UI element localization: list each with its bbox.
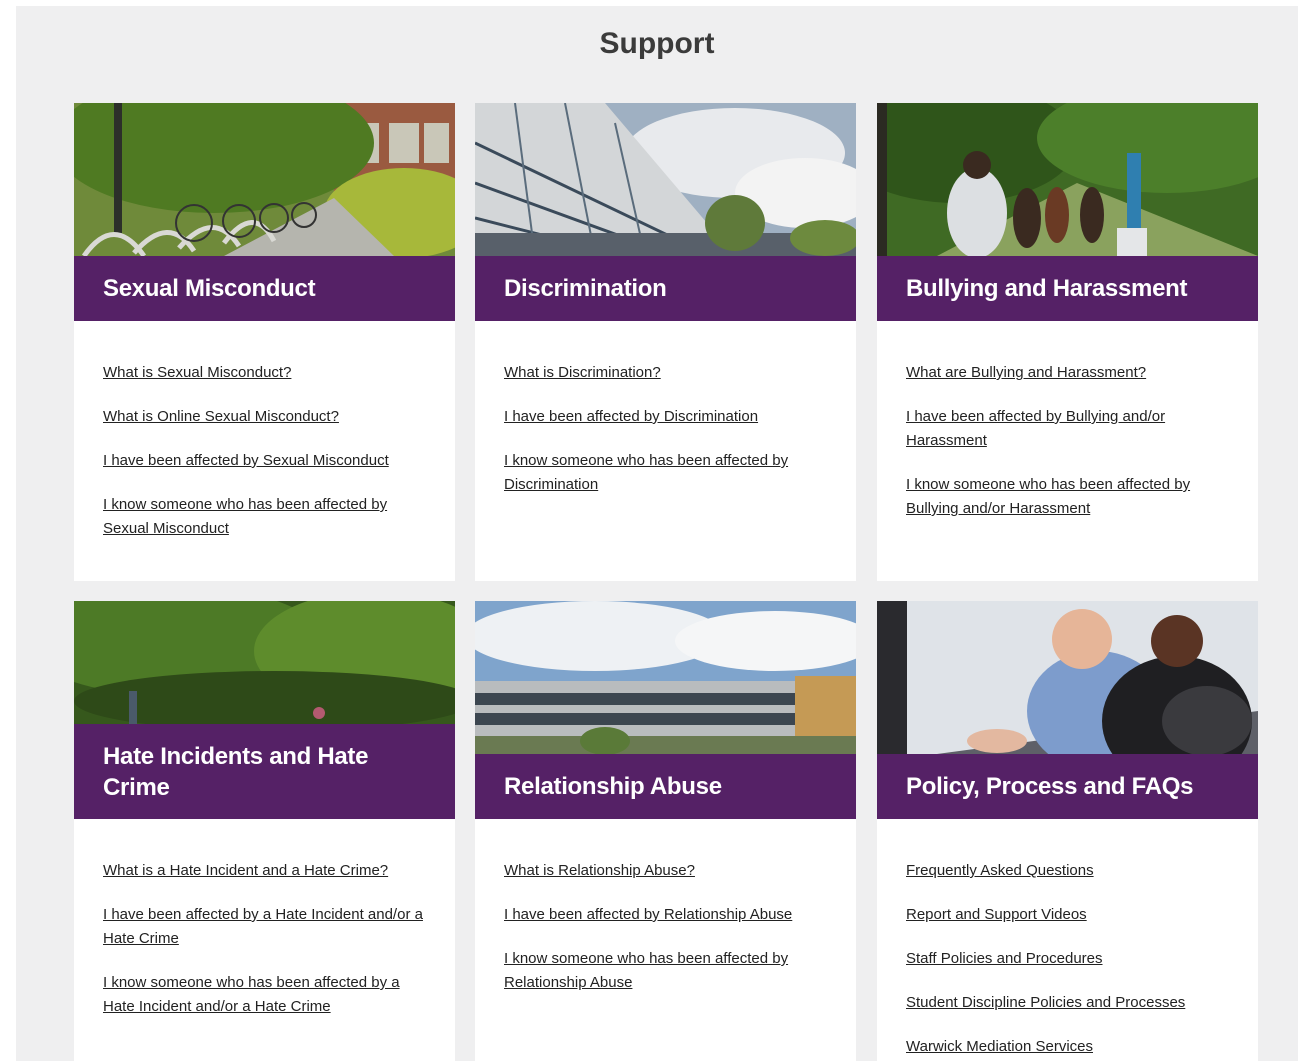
link-what-is-discrimination[interactable]: What is Discrimination? xyxy=(504,364,661,381)
card-hate-incidents: Hate Incidents and Hate Crime What is a … xyxy=(74,601,455,1061)
link-what-is-relationship-abuse[interactable]: What is Relationship Abuse? xyxy=(504,862,695,879)
card-policy-process-faqs: Policy, Process and FAQs Frequently Aske… xyxy=(877,601,1258,1061)
support-page: Support Sexual Misconduct What is Sexual… xyxy=(16,6,1298,1061)
card-header: Hate Incidents and Hate Crime xyxy=(74,724,455,819)
link-what-is-hate-incident[interactable]: What is a Hate Incident and a Hate Crime… xyxy=(103,862,388,879)
link-list: What is Discrimination? I have been affe… xyxy=(504,361,832,517)
link-list: What is Relationship Abuse? I have been … xyxy=(504,859,832,1015)
link-staff-policies[interactable]: Staff Policies and Procedures xyxy=(906,950,1103,967)
card-header: Discrimination xyxy=(475,256,856,321)
link-affected-by-hate-incident[interactable]: I have been affected by a Hate Incident … xyxy=(103,906,423,947)
card-image xyxy=(475,601,856,754)
link-what-is-online-sexual-misconduct[interactable]: What is Online Sexual Misconduct? xyxy=(103,408,339,425)
link-report-and-support-videos[interactable]: Report and Support Videos xyxy=(906,906,1087,923)
card-title: Bullying and Harassment xyxy=(906,275,1188,302)
card-image xyxy=(877,103,1258,256)
link-list: What is Sexual Misconduct? What is Onlin… xyxy=(103,361,431,561)
link-know-someone-discrimination[interactable]: I know someone who has been affected by … xyxy=(504,452,788,493)
link-know-someone-bullying[interactable]: I know someone who has been affected by … xyxy=(906,476,1190,517)
card-header: Policy, Process and FAQs xyxy=(877,754,1258,819)
link-what-are-bullying-and-harassment[interactable]: What are Bullying and Harassment? xyxy=(906,364,1146,381)
card-image xyxy=(74,103,455,256)
link-affected-by-relationship-abuse[interactable]: I have been affected by Relationship Abu… xyxy=(504,906,792,923)
link-know-someone-relationship-abuse[interactable]: I know someone who has been affected by … xyxy=(504,950,788,991)
link-frequently-asked-questions[interactable]: Frequently Asked Questions xyxy=(906,862,1094,879)
card-title: Sexual Misconduct xyxy=(103,275,316,302)
card-discrimination: Discrimination What is Discrimination? I… xyxy=(475,103,856,581)
link-affected-by-discrimination[interactable]: I have been affected by Discrimination xyxy=(504,408,758,425)
card-relationship-abuse: Relationship Abuse What is Relationship … xyxy=(475,601,856,1061)
link-what-is-sexual-misconduct[interactable]: What is Sexual Misconduct? xyxy=(103,364,291,381)
card-title: Relationship Abuse xyxy=(504,773,722,800)
link-affected-by-bullying[interactable]: I have been affected by Bullying and/or … xyxy=(906,408,1165,449)
card-image xyxy=(877,601,1258,754)
card-header: Sexual Misconduct xyxy=(74,256,455,321)
link-warwick-mediation-services[interactable]: Warwick Mediation Services xyxy=(906,1038,1093,1055)
card-image xyxy=(475,103,856,256)
page-title: Support xyxy=(599,27,715,61)
card-header: Bullying and Harassment xyxy=(877,256,1258,321)
card-header: Relationship Abuse xyxy=(475,754,856,819)
link-affected-by-sexual-misconduct[interactable]: I have been affected by Sexual Misconduc… xyxy=(103,452,389,469)
card-title: Policy, Process and FAQs xyxy=(906,773,1194,800)
card-title: Hate Incidents and Hate Crime xyxy=(103,742,369,801)
link-list: What is a Hate Incident and a Hate Crime… xyxy=(103,859,431,1039)
card-sexual-misconduct: Sexual Misconduct What is Sexual Miscond… xyxy=(74,103,455,581)
card-bullying-and-harassment: Bullying and Harassment What are Bullyin… xyxy=(877,103,1258,581)
link-know-someone-hate-incident[interactable]: I know someone who has been affected by … xyxy=(103,974,400,1015)
link-student-discipline-policies[interactable]: Student Discipline Policies and Processe… xyxy=(906,994,1185,1011)
link-list: What are Bullying and Harassment? I have… xyxy=(906,361,1234,541)
link-know-someone-sexual-misconduct[interactable]: I know someone who has been affected by … xyxy=(103,496,387,537)
card-title: Discrimination xyxy=(504,275,667,302)
link-list: Frequently Asked Questions Report and Su… xyxy=(906,859,1234,1061)
card-image xyxy=(74,601,455,724)
